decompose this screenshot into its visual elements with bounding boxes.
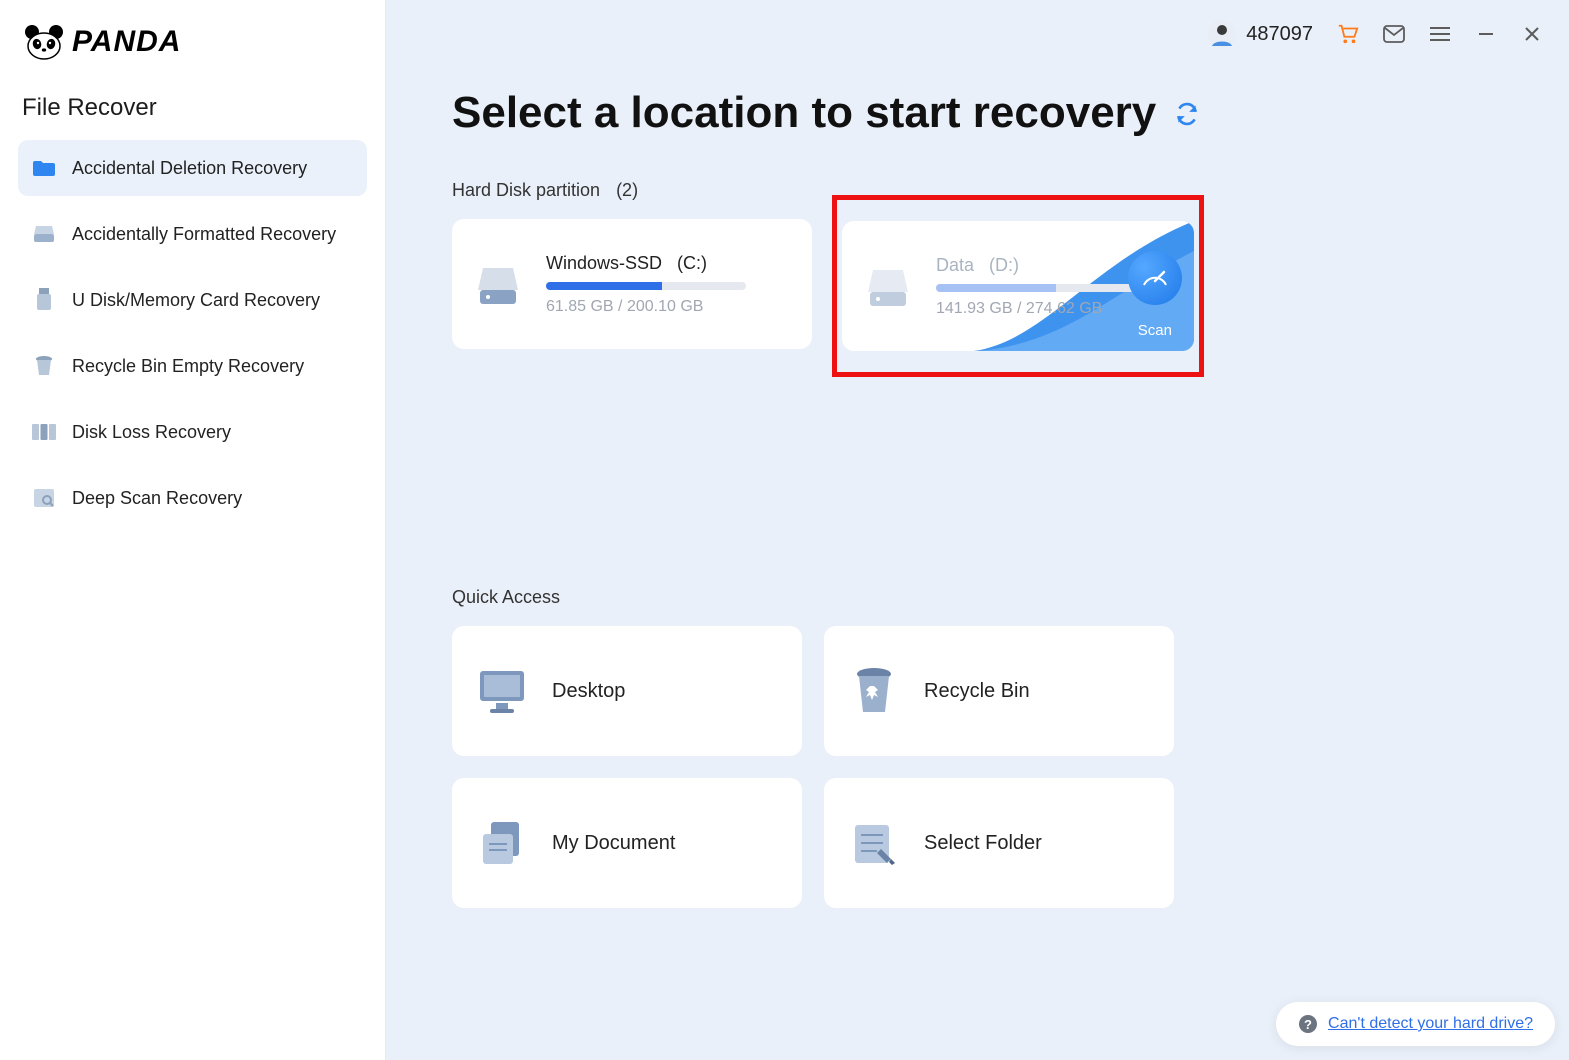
partition-title: Data (D:) xyxy=(936,255,1136,276)
trash-big-icon xyxy=(848,665,900,717)
quick-access-section: Quick Access Desktop Recycle Bin xyxy=(452,587,1503,908)
mail-icon[interactable] xyxy=(1383,23,1405,45)
qa-label: Select Folder xyxy=(924,832,1042,855)
sidebar-item-label: Disk Loss Recovery xyxy=(72,422,231,443)
sidebar-item-label: Recycle Bin Empty Recovery xyxy=(72,356,304,377)
qa-label: Recycle Bin xyxy=(924,680,1030,703)
partition-icon xyxy=(32,420,56,444)
page-title: Select a location to start recovery xyxy=(452,88,1503,138)
minimize-icon[interactable] xyxy=(1475,23,1497,45)
partition-name: Data xyxy=(936,255,974,275)
hdd-section-label: Hard Disk partition xyxy=(452,180,600,201)
size-total: 200.10 GB xyxy=(627,298,704,315)
partition-name: Windows-SSD xyxy=(546,253,662,273)
refresh-icon[interactable] xyxy=(1174,88,1200,138)
partition-title: Windows-SSD (C:) xyxy=(546,253,746,274)
docs-icon xyxy=(476,817,528,869)
monitor-icon xyxy=(476,665,528,717)
qa-card-my-document[interactable]: My Document xyxy=(452,778,802,908)
sidebar-item-accidental-deletion[interactable]: Accidental Deletion Recovery xyxy=(18,140,367,196)
cart-icon[interactable] xyxy=(1337,23,1359,45)
qa-label: Desktop xyxy=(552,680,625,703)
brand-text: PANDA xyxy=(72,25,181,59)
partition-card-d-highlighted[interactable]: Data (D:) 141.93 GB / 274.62 GB xyxy=(832,195,1204,377)
quick-access-title: Quick Access xyxy=(452,587,1503,608)
help-icon: ? xyxy=(1298,1014,1318,1034)
sidebar-item-label: U Disk/Memory Card Recovery xyxy=(72,290,320,311)
sidebar-item-disk-loss[interactable]: Disk Loss Recovery xyxy=(18,404,367,460)
hdd-icon xyxy=(474,260,522,308)
sidebar-item-recycle-bin[interactable]: Recycle Bin Empty Recovery xyxy=(18,338,367,394)
folder-edit-icon xyxy=(848,817,900,869)
logo: PANDA xyxy=(18,16,367,82)
sidebar-section-title: File Recover xyxy=(18,82,367,140)
partition-row: Windows-SSD (C:) 61.85 GB / 200.10 GB xyxy=(452,219,1503,377)
main: 487097 Select a location to start recove… xyxy=(386,0,1569,1060)
partition-size: 141.93 GB / 274.62 GB xyxy=(936,300,1136,318)
quick-access-row: Desktop Recycle Bin My Document xyxy=(452,626,1503,908)
partition-letter: (C:) xyxy=(677,253,707,273)
user-id: 487097 xyxy=(1246,23,1313,46)
qa-card-desktop[interactable]: Desktop xyxy=(452,626,802,756)
hdd-count: (2) xyxy=(616,180,638,201)
scan-button[interactable] xyxy=(1128,251,1182,305)
user-box[interactable]: 487097 xyxy=(1208,20,1313,48)
nav-list: Accidental Deletion Recovery Accidentall… xyxy=(18,140,367,526)
sidebar-item-deep-scan[interactable]: Deep Scan Recovery xyxy=(18,470,367,526)
sidebar-item-formatted[interactable]: Accidentally Formatted Recovery xyxy=(18,206,367,262)
sidebar-item-usb[interactable]: U Disk/Memory Card Recovery xyxy=(18,272,367,328)
trash-icon xyxy=(32,354,56,378)
help-link-text: Can't detect your hard drive? xyxy=(1328,1015,1533,1033)
folder-icon xyxy=(32,156,56,180)
content: Select a location to start recovery Hard… xyxy=(386,68,1569,948)
sidebar-item-label: Accidental Deletion Recovery xyxy=(72,158,307,179)
partition-size: 61.85 GB / 200.10 GB xyxy=(546,298,746,316)
close-icon[interactable] xyxy=(1521,23,1543,45)
usb-icon xyxy=(32,288,56,312)
size-total: 274.62 GB xyxy=(1026,300,1103,317)
help-link[interactable]: ? Can't detect your hard drive? xyxy=(1276,1002,1555,1046)
size-used: 61.85 GB xyxy=(546,298,614,315)
usage-bar xyxy=(936,284,1136,292)
qa-card-recycle-bin[interactable]: Recycle Bin xyxy=(824,626,1174,756)
qa-label: My Document xyxy=(552,832,675,855)
partition-info: Windows-SSD (C:) 61.85 GB / 200.10 GB xyxy=(546,253,746,316)
qa-card-select-folder[interactable]: Select Folder xyxy=(824,778,1174,908)
usage-bar xyxy=(546,282,746,290)
partition-card-c[interactable]: Windows-SSD (C:) 61.85 GB / 200.10 GB xyxy=(452,219,812,349)
page-title-text: Select a location to start recovery xyxy=(452,88,1156,138)
menu-icon[interactable] xyxy=(1429,23,1451,45)
partition-card-d[interactable]: Data (D:) 141.93 GB / 274.62 GB xyxy=(842,221,1194,351)
panda-icon xyxy=(24,24,64,60)
sidebar-item-label: Deep Scan Recovery xyxy=(72,488,242,509)
hdd-icon xyxy=(864,262,912,310)
topbar: 487097 xyxy=(386,0,1569,68)
gauge-icon xyxy=(1140,263,1170,293)
size-used: 141.93 GB xyxy=(936,300,1013,317)
sidebar-item-label: Accidentally Formatted Recovery xyxy=(72,224,336,245)
avatar-icon xyxy=(1208,20,1236,48)
partition-letter: (D:) xyxy=(989,255,1019,275)
scan-icon xyxy=(32,486,56,510)
sidebar: PANDA File Recover Accidental Deletion R… xyxy=(0,0,386,1060)
scan-label: Scan xyxy=(1138,322,1172,339)
partition-info: Data (D:) 141.93 GB / 274.62 GB xyxy=(936,255,1136,318)
svg-text:?: ? xyxy=(1304,1017,1312,1032)
drive-icon xyxy=(32,222,56,246)
